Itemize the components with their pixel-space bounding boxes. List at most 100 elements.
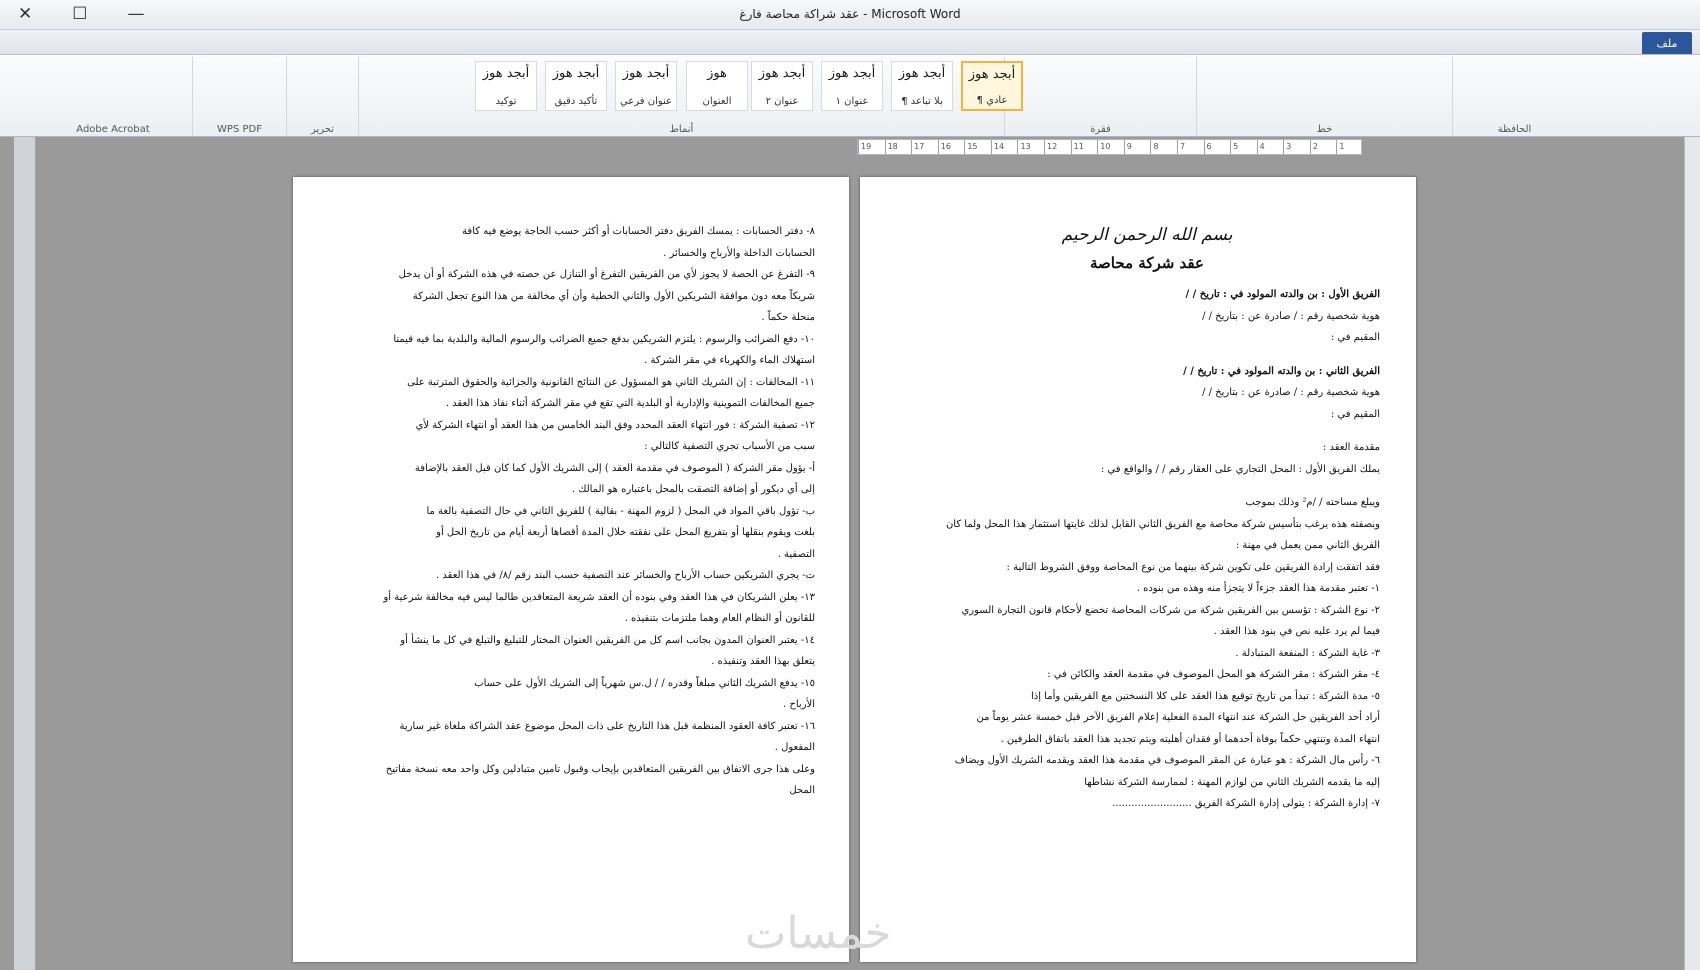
page-1-lines: الفريق الأول : بن والدته المولود في : تا… xyxy=(914,284,1380,815)
style-preview: أبجد هوز xyxy=(968,67,1016,82)
doc-line: ٩- التفرغ عن الحصة لا يجوز لأي من الفريق… xyxy=(398,269,815,280)
bismillah: بسم الله الرحمن الرحيم xyxy=(1061,225,1233,245)
group-label-paragraph: فقرة xyxy=(1090,124,1111,135)
page-2-lines: ٨- دفتر الحسابات : يمسك الفريق دفتر الحس… xyxy=(339,221,815,802)
style-1[interactable]: أبجد هوز ¶ بلا تباعد xyxy=(891,61,953,111)
page-2-text: ٨- دفتر الحسابات : يمسك الفريق دفتر الحس… xyxy=(339,221,815,802)
style-7[interactable]: أبجد هوز توكيد xyxy=(475,61,537,111)
doc-line: ٦- رأس مال الشركة : هو عبارة عن المقر ال… xyxy=(954,755,1380,766)
style-name: ¶ بلا تباعد xyxy=(901,96,943,107)
group-paragraph: فقرة xyxy=(1004,57,1196,136)
doc-line: التصفية . xyxy=(777,548,815,560)
style-name: العنوان xyxy=(702,96,732,107)
ruler-number: 8 xyxy=(1153,142,1159,151)
doc-line: استهلاك الماء والكهرباء في مقر الشركة . xyxy=(644,355,815,366)
group-font: خط xyxy=(1196,57,1452,136)
ruler-tick xyxy=(1283,140,1285,154)
ruler-number: 3 xyxy=(1286,142,1292,151)
ruler-tick xyxy=(1123,140,1125,154)
doc-line: ١٥- يدفع الشريك الثاني مبلغاً وقدره / / … xyxy=(474,677,815,689)
doc-line: الفريق الأول : بن والدته المولود في : تا… xyxy=(1185,289,1381,300)
style-0[interactable]: أبجد هوز ¶ عادي xyxy=(961,61,1023,111)
style-name: عنوان ٢ xyxy=(765,96,799,107)
group-styles: أبجد هوز ¶ عادي أبجد هوز ¶ بلا تباعد أبجد هو… xyxy=(358,57,1023,136)
ruler-tick xyxy=(1150,140,1152,154)
ruler-tick xyxy=(990,140,992,154)
doc-line: ٣- غاية الشركة : المنفعة المتبادلة . xyxy=(1235,647,1380,659)
ruler-number: 15 xyxy=(967,142,978,151)
doc-line: يتعلق بهذا العقد وتنفيذه . xyxy=(711,656,815,667)
ruler-number: 14 xyxy=(993,142,1005,151)
doc-line: ١٣- يعلن الشريكان في هذا العقد وفي بنوده… xyxy=(383,591,815,603)
document-title: عقد شركة محاصة xyxy=(1090,253,1204,272)
doc-line: الحسابات الداخلة والأرباح والخسائر . xyxy=(663,247,815,259)
tab-file[interactable]: ملف xyxy=(1642,32,1692,54)
ruler-number: 6 xyxy=(1206,142,1212,151)
doc-line: انتهاء المدة وتنتهي حكماً بوفاة أحدهما أ… xyxy=(1000,733,1380,745)
doc-line: فيما لم يرد عليه نص في بنود هذا العقد . xyxy=(1213,626,1380,637)
ruler-tick xyxy=(911,140,913,154)
style-6[interactable]: أبجد هوز تأكيد دقيق xyxy=(545,61,607,111)
group-label-font: خط xyxy=(1316,124,1333,135)
doc-line: ٨- دفتر الحسابات : يمسك الفريق دفتر الحس… xyxy=(462,226,815,237)
doc-line: بلغت ويقوم بنقلها أو بتفريغ المحل على نف… xyxy=(436,527,815,538)
doc-line: هوية شخصية رقم : / صادرة عن : بتاريخ / / xyxy=(1202,387,1380,398)
ruler-number: 16 xyxy=(940,142,951,151)
ruler-tick xyxy=(1017,140,1019,154)
style-5[interactable]: أبجد هوز عنوان فرعي xyxy=(615,61,677,111)
ruler-number: 11 xyxy=(1073,142,1084,151)
group-label-editing: تحرير xyxy=(310,124,335,135)
ruler-number: 12 xyxy=(1047,142,1058,151)
doc-line: ١١- المخالفات : إن الشريك الثاني هو المس… xyxy=(407,376,815,388)
doc-line: ٢- نوع الشركة : تؤسس بين الفريقين شركة م… xyxy=(961,604,1380,616)
doc-line: جميع المخالفات التموينية والإدارية أو ال… xyxy=(445,398,815,409)
group-editing: تحرير xyxy=(286,57,358,136)
doc-line: المقيم في : xyxy=(1330,408,1380,420)
ribbon-tab-bar: ملف xyxy=(0,30,1700,55)
horizontal-ruler[interactable]: 19 18 17 16 15 14 13 12 11 10 9 8 7 6 5 4 3 2 1 xyxy=(857,139,1362,155)
ruler-number: 1 xyxy=(1339,142,1345,151)
doc-line: ت- يجري الشريكين حساب الأرباح والخسائر ع… xyxy=(436,570,815,581)
page-2[interactable]: ٨- دفتر الحسابات : يمسك الفريق دفتر الحس… xyxy=(293,177,849,962)
ruler-number: 19 xyxy=(861,142,872,151)
group-adobe-acrobat: Adobe Acrobat xyxy=(34,57,192,136)
doc-line xyxy=(914,425,1380,437)
ruler-number: 7 xyxy=(1179,142,1186,151)
ribbon: الحافظة خط فقرة أبجد هوز ¶ عادي أبجد هوز ¶ … xyxy=(0,55,1700,137)
ruler-tick xyxy=(1097,140,1099,154)
doc-line: إلى أي ديكور أو إضافة التصقت بالمحل باعت… xyxy=(571,484,815,495)
doc-line: وعلى هذا جرى الاتفاق بين الفريقين المتعا… xyxy=(385,763,815,775)
ruler-tick xyxy=(1203,140,1205,154)
vertical-scrollbar[interactable] xyxy=(1684,137,1700,970)
doc-line xyxy=(914,480,1380,492)
ruler-tick xyxy=(1336,140,1338,154)
close-button[interactable]: ✕ xyxy=(18,4,32,24)
page-1-text: بسم الله الرحمن الرحيم عقد شركة محاصة ال… xyxy=(914,225,1380,815)
doc-line: للقانون أو النظام العام وهما ملتزمات بتن… xyxy=(624,613,815,624)
ruler-number: 9 xyxy=(1126,142,1132,151)
group-label-clipboard: الحافظة xyxy=(1497,124,1532,135)
ruler-tick xyxy=(1256,140,1258,154)
doc-line: ١٦- تعتبر كافة العقود المنظمة قبل هذا ال… xyxy=(399,720,815,732)
page-1[interactable]: بسم الله الرحمن الرحيم عقد شركة محاصة ال… xyxy=(860,177,1416,962)
style-preview: أبجد هوز xyxy=(898,66,946,81)
ruler-number: 18 xyxy=(887,142,898,151)
ruler-tick xyxy=(1230,140,1232,154)
ruler-tick xyxy=(964,140,966,154)
style-4[interactable]: هوز العنوان xyxy=(686,61,748,111)
doc-line: الفريق الثاني ممن يعمل في مهنة : xyxy=(1235,540,1380,551)
ruler-number: 2 xyxy=(1312,142,1318,151)
doc-line: الأرباح . xyxy=(783,699,815,710)
style-preview: أبجد هوز xyxy=(828,66,876,81)
doc-line: سبب من الأسباب تجري التصفية كالتالي : xyxy=(644,441,815,452)
doc-line: ٤- مقر الشركة : مقر الشركة هو المحل المو… xyxy=(1047,669,1380,680)
style-2[interactable]: أبجد هوز عنوان ١ xyxy=(821,61,883,111)
maximize-button[interactable]: ☐ xyxy=(72,4,87,24)
window-controls: ✕ ☐ — xyxy=(18,4,145,24)
style-3[interactable]: أبجد هوز عنوان ٢ xyxy=(751,61,813,111)
group-wps-pdf: WPS PDF xyxy=(192,57,286,136)
ruler-number: 13 xyxy=(1020,142,1031,151)
style-name: عنوان فرعي xyxy=(619,96,673,107)
minimize-button[interactable]: — xyxy=(128,4,145,24)
document-workspace[interactable]: 19 18 17 16 15 14 13 12 11 10 9 8 7 6 5 4 3 2 1 ٨- دفتر ال… xyxy=(0,137,1700,970)
